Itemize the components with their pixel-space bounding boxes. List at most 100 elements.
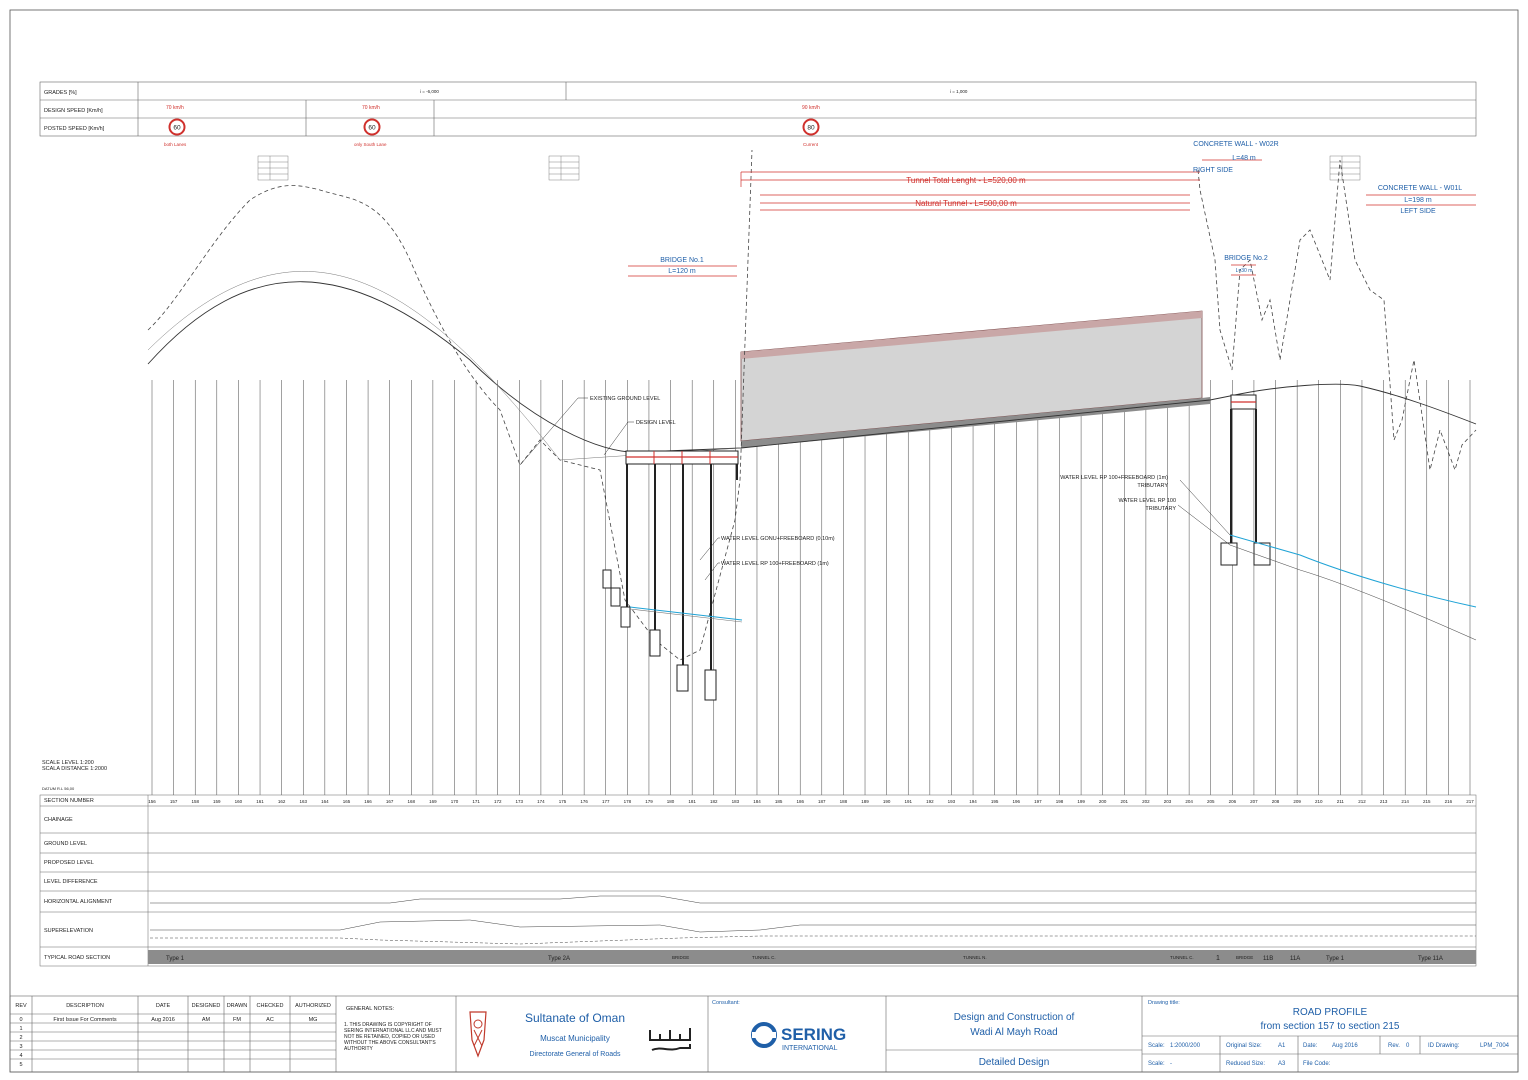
section-number: 179 <box>645 799 653 804</box>
drawing-title-2: from section 157 to section 215 <box>1261 1021 1400 1032</box>
section-number: 161 <box>256 799 264 804</box>
water-level-rp100-label: WATER LEVEL RP 100+FREEBOARD (1m) <box>721 561 829 567</box>
water-level-gonu-label: WATER LEVEL GONU+FREEBOARD (0.10m) <box>721 536 835 542</box>
speed-sign-1: 60 <box>168 118 186 136</box>
design-speed-1: 70 km/h <box>166 105 184 111</box>
datum-label: DATUM R.L 56,00 <box>42 786 75 791</box>
section-number: 162 <box>278 799 286 804</box>
rev-cell: 5 <box>19 1062 22 1068</box>
section-number: 156 <box>148 799 156 804</box>
rev-cell: Aug 2016 <box>151 1017 175 1023</box>
consultant-name: SERING <box>781 1025 846 1044</box>
section-number: 171 <box>472 799 480 804</box>
svg-text:Reduced Size:: Reduced Size: <box>1226 1061 1265 1067</box>
rev-cell: 1 <box>19 1026 22 1032</box>
section-number: 157 <box>170 799 178 804</box>
project-line-2: Wadi Al Mayh Road <box>970 1027 1057 1038</box>
speed-sign-3: 80 <box>802 118 820 136</box>
concrete-wall-right-label: CONCRETE WALL - W02R <box>1193 141 1278 148</box>
consultant-label: Consultant: <box>712 1000 740 1006</box>
section-number: 208 <box>1272 799 1280 804</box>
water-level-bridge1-ref <box>629 608 743 623</box>
section-number: 197 <box>1034 799 1042 804</box>
svg-text:11B: 11B <box>1263 956 1273 962</box>
scale-distance: SCALA DISTANCE 1:2000 <box>42 766 107 772</box>
concrete-wall-left-label: CONCRETE WALL - W01L <box>1378 185 1462 192</box>
section-number: 210 <box>1315 799 1323 804</box>
svg-text:60: 60 <box>368 125 376 132</box>
svg-text:TUNNEL C.: TUNNEL C. <box>752 955 776 960</box>
speed-sign-2: 60 <box>363 118 381 136</box>
section-number: 181 <box>688 799 696 804</box>
rev-cell: First Issue For Comments <box>53 1017 117 1023</box>
curve-table-3 <box>1329 155 1361 181</box>
section-number: 169 <box>429 799 437 804</box>
general-notes-title: GENERAL NOTES: <box>346 1006 395 1012</box>
section-number: 201 <box>1121 799 1129 804</box>
section-number: 215 <box>1423 799 1431 804</box>
section-number: 175 <box>559 799 567 804</box>
section-number: 188 <box>840 799 848 804</box>
section-number: 160 <box>235 799 243 804</box>
data-band-grid <box>39 794 1477 967</box>
section-number: 205 <box>1207 799 1215 804</box>
rev-cell: 3 <box>19 1044 22 1050</box>
sering-logo-icon <box>751 1022 777 1048</box>
general-notes: 1. THIS DRAWING IS COPYRIGHT OF SERING I… <box>344 1022 442 1052</box>
svg-text:LPM_7004: LPM_7004 <box>1480 1043 1510 1049</box>
drawing-title-1: ROAD PROFILE <box>1293 1007 1368 1018</box>
client-name: Sultanate of Oman <box>525 1011 625 1025</box>
bridge-2-label: BRIDGE No.2 <box>1224 255 1268 262</box>
section-number: 187 <box>818 799 826 804</box>
svg-text:BRIDGE: BRIDGE <box>1236 955 1253 960</box>
sign-2-note: only South Lane <box>354 142 387 147</box>
rev-header-cell: DESCRIPTION <box>66 1003 104 1009</box>
svg-text:HORIZONTAL ALIGNMENT: HORIZONTAL ALIGNMENT <box>44 899 113 905</box>
section-number: 191 <box>904 799 912 804</box>
rev-header-cell: REV <box>15 1003 27 1009</box>
svg-text:Aug 2016: Aug 2016 <box>1332 1043 1358 1049</box>
rev-cell: MG <box>309 1017 318 1023</box>
title-block-meta: Scale: 1:2000/200 Original Size: A1 Date… <box>1148 1043 1510 1067</box>
rev-cell: 4 <box>19 1053 22 1059</box>
svg-text:1: 1 <box>1216 955 1220 962</box>
section-number: 202 <box>1142 799 1150 804</box>
section-number: 193 <box>948 799 956 804</box>
section-number: 168 <box>408 799 416 804</box>
section-number: 176 <box>580 799 588 804</box>
section-number: 184 <box>753 799 761 804</box>
design-speed-2: 70 km/h <box>362 105 380 111</box>
section-number: 194 <box>969 799 977 804</box>
grade-value-1: i = -6,000 <box>420 89 439 94</box>
section-number: 172 <box>494 799 502 804</box>
svg-text:80: 80 <box>807 125 815 132</box>
section-number: 196 <box>1013 799 1021 804</box>
sign-3-note: Current <box>803 142 819 147</box>
section-number: 166 <box>364 799 372 804</box>
section-number: 204 <box>1185 799 1193 804</box>
section-number: 174 <box>537 799 545 804</box>
svg-text:Original Size:: Original Size: <box>1226 1043 1262 1049</box>
section-number: 183 <box>732 799 740 804</box>
svg-text:Scale:: Scale: <box>1148 1043 1165 1049</box>
water-level-bridge1 <box>629 606 743 621</box>
tributary-freeboard-label: WATER LEVEL RP 100+FREEBOARD (1m) <box>1060 475 1168 481</box>
svg-text:File Code:: File Code: <box>1303 1061 1331 1067</box>
section-number: 209 <box>1293 799 1301 804</box>
rev-cell: FM <box>233 1017 241 1023</box>
oman-emblem-icon <box>469 1011 487 1058</box>
section-number: 167 <box>386 799 394 804</box>
tributary-wl-label: WATER LEVEL RP 100 <box>1119 498 1176 504</box>
svg-text:SUPERELEVATION: SUPERELEVATION <box>44 928 93 934</box>
road-profile-drawing: GRADES [%] DESIGN SPEED [Km/h] POSTED SP… <box>9 9 1519 1073</box>
natural-tunnel-length: Natural Tunnel - L=500,00 m <box>915 199 1017 208</box>
design-speed-3: 90 km/h <box>802 105 820 111</box>
svg-text:1:2000/200: 1:2000/200 <box>1170 1043 1201 1049</box>
section-grid-lines <box>151 380 1471 795</box>
svg-text:CHAINAGE: CHAINAGE <box>44 817 73 823</box>
section-number: 189 <box>861 799 869 804</box>
client-line-3: Directorate General of Roads <box>529 1051 621 1058</box>
revision-table: REV DESCRIPTION DATE DESIGNED DRAWN CHECKED AU… <box>15 1003 331 1068</box>
section-number: 214 <box>1401 799 1409 804</box>
svg-text:BRIDGE: BRIDGE <box>672 955 689 960</box>
